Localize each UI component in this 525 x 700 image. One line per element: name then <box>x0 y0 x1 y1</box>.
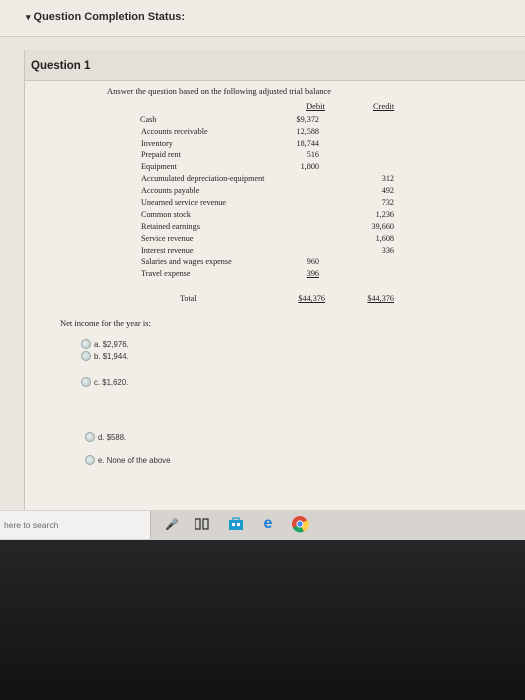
option-a[interactable]: a. $2,976. <box>81 339 129 349</box>
microphone-icon[interactable]: 🎤 <box>162 514 182 534</box>
trial-balance-credit: 1,608 <box>375 234 394 243</box>
option-d[interactable]: d. $588. <box>85 432 126 442</box>
trial-balance-account-label: Interest revenue <box>141 246 194 255</box>
total-debit: $44,376 <box>298 294 325 303</box>
trial-balance-credit: 1,236 <box>375 210 394 219</box>
option-e[interactable]: e. None of the above <box>85 455 170 465</box>
radio-button[interactable] <box>85 432 95 442</box>
option-e-label: e. None of the above <box>98 455 171 465</box>
trial-balance-account-label: Prepaid rent <box>141 150 181 159</box>
trial-balance-debit: 12,588 <box>296 127 319 136</box>
monitor-bezel <box>0 540 525 700</box>
trial-balance-account-label: Inventory <box>141 139 173 148</box>
trial-balance-credit: 492 <box>381 186 394 195</box>
option-c[interactable]: c. $1,620. <box>81 377 128 387</box>
trial-balance-account-label: Retained earnings <box>141 222 200 231</box>
trial-balance-credit: 336 <box>381 246 394 255</box>
trial-balance-debit: 1,800 <box>300 162 319 171</box>
trial-balance-account-label: Accumulated depreciation-equipment <box>141 174 265 183</box>
question-header: Question 1 <box>25 50 525 81</box>
option-b[interactable]: b. $1,944. <box>81 351 129 361</box>
task-view-icon[interactable] <box>192 514 212 534</box>
trial-balance-account-label: Accounts payable <box>141 186 200 195</box>
question-text: Net income for the year is: <box>60 318 151 328</box>
edge-icon[interactable]: e <box>258 514 278 534</box>
search-placeholder: here to search <box>4 520 59 530</box>
radio-button[interactable] <box>85 455 95 465</box>
trial-balance-credit: 39,660 <box>371 222 394 231</box>
store-icon[interactable] <box>226 514 246 534</box>
total-label: Total <box>180 294 197 303</box>
trial-balance-debit: 960 <box>306 257 319 266</box>
trial-balance-debit: 396 <box>306 269 319 278</box>
trial-balance-account-label: Accounts receivable <box>141 127 208 136</box>
option-c-label: c. $1,620. <box>94 377 129 387</box>
option-a-label: a. $2,976. <box>94 339 129 349</box>
trial-balance-credit: 312 <box>381 174 394 183</box>
radio-button[interactable] <box>81 351 91 361</box>
trial-balance-debit: $9,372 <box>296 115 319 124</box>
trial-balance-account-label: Service revenue <box>141 234 194 243</box>
trial-balance-debit: 516 <box>306 150 319 159</box>
question-status-label: Question Completion Status: <box>33 11 186 23</box>
question-prompt: Answer the question based on the followi… <box>107 86 332 96</box>
question-title: Question 1 <box>31 60 91 72</box>
radio-button[interactable] <box>81 339 91 349</box>
credit-header: Credit <box>373 101 395 111</box>
trial-balance-account-label: Travel expense <box>141 269 191 278</box>
trial-balance-account-label: Common stock <box>141 210 191 219</box>
debit-header: Debit <box>306 101 325 111</box>
trial-balance-account-label: Salaries and wages expense <box>141 257 232 266</box>
radio-button[interactable] <box>81 377 91 387</box>
trial-balance-account-label: Unearned service revenue <box>141 198 227 207</box>
taskbar-search-box[interactable]: here to search <box>0 511 151 539</box>
option-b-label: b. $1,944. <box>94 351 129 361</box>
question-status-toggle[interactable]: ▾ Question Completion Status: <box>26 11 185 23</box>
total-credit: $44,376 <box>367 294 394 303</box>
trial-balance-account-label: Cash <box>140 115 157 124</box>
browser-content: ▾ Question Completion Status: Question 1 … <box>0 0 525 522</box>
trial-balance-credit: 732 <box>381 198 394 207</box>
chevron-down-icon: ▾ <box>26 12 31 22</box>
option-d-label: d. $588. <box>98 432 127 442</box>
question-status-bar: ▾ Question Completion Status: <box>0 0 525 37</box>
trial-balance-account-label: Equipment <box>141 162 177 171</box>
trial-balance-debit: 18,744 <box>296 139 319 148</box>
chrome-icon[interactable] <box>290 514 310 534</box>
